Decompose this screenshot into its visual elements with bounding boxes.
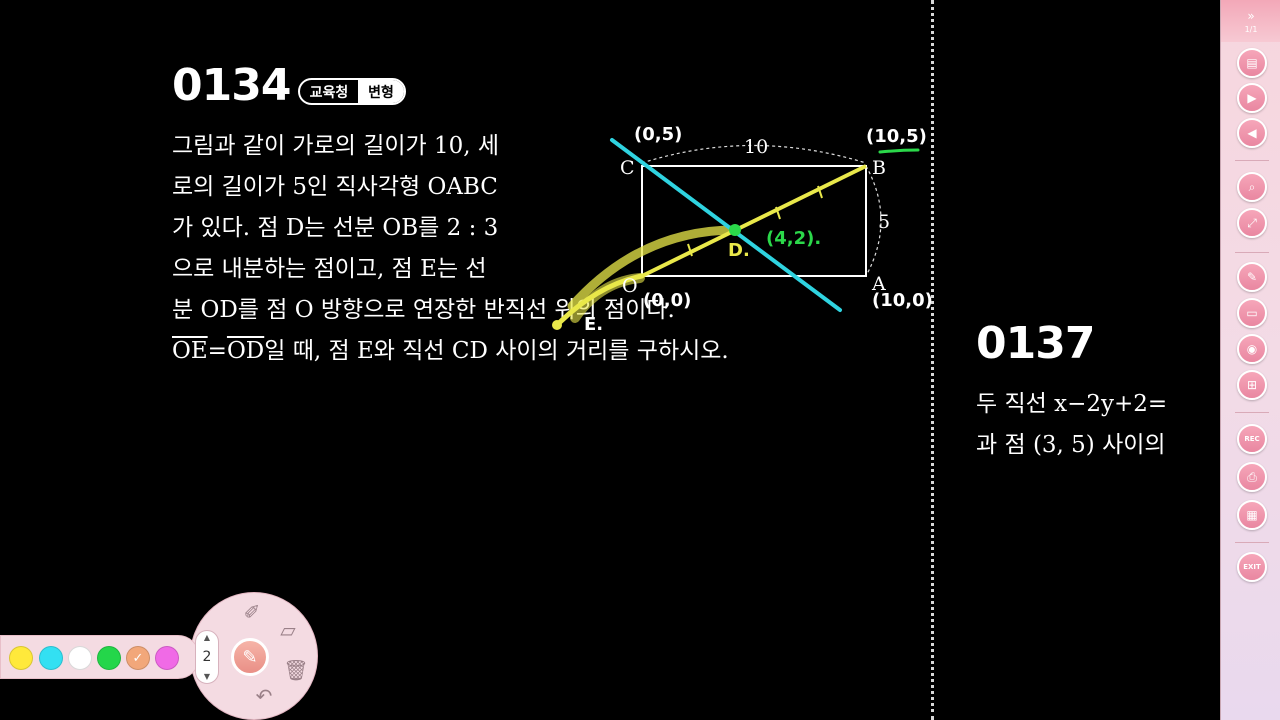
- label-width: 10: [744, 136, 768, 158]
- problem-line: 으로 내분하는 점이고, 점 E는 선: [172, 256, 487, 282]
- segment-od: OD: [226, 338, 265, 364]
- page-divider: [931, 0, 934, 720]
- zoom-icon: ⌕: [1248, 179, 1256, 194]
- color-green[interactable]: [97, 646, 121, 670]
- hw-b-coord: (10,5): [866, 126, 927, 147]
- color-orange[interactable]: ✓: [126, 646, 150, 670]
- problem-line-rest: 일 때, 점 E와 직선 CD 사이의 거리를 구하시오.: [264, 338, 729, 364]
- play-button[interactable]: ▶: [1237, 83, 1267, 113]
- pdf-button[interactable]: ▤: [1237, 48, 1267, 78]
- problem-line: 분 OD를 점 O 방향으로 연장한 반직선 위의 점이다.: [172, 297, 675, 323]
- color-magenta[interactable]: [155, 646, 179, 670]
- point-d: [729, 224, 741, 236]
- pen-tool-button[interactable]: ✎: [231, 638, 269, 676]
- share-icon: ▦: [1246, 508, 1258, 522]
- undo-icon[interactable]: ↶: [250, 682, 278, 710]
- back-button[interactable]: ◀: [1237, 118, 1267, 148]
- pen-button[interactable]: ✎: [1237, 262, 1267, 292]
- page-indicator: 1/1: [1244, 24, 1258, 34]
- hw-label-d: D.: [728, 240, 750, 261]
- print-button[interactable]: ⎙: [1237, 462, 1267, 492]
- fit-icon: ⤢: [1247, 215, 1257, 230]
- color-cyan[interactable]: [39, 646, 63, 670]
- tick-mark: [775, 206, 781, 220]
- play-icon: ▶: [1247, 91, 1257, 105]
- size-up-icon[interactable]: ▲: [204, 633, 210, 642]
- print-icon: ⎙: [1247, 469, 1257, 484]
- check-icon: ✓: [132, 650, 144, 666]
- color-yellow[interactable]: [9, 646, 33, 670]
- pen-size-value: 2: [202, 649, 212, 665]
- windows-icon: ⊞: [1246, 378, 1258, 392]
- separator: [1235, 160, 1269, 161]
- right-toolbar: » 1/1 ▤ ▶ ◀ ⌕ ⤢ ✎ ▭ ◉ ⊞ REC ⎙ ▦ EXIT: [1220, 0, 1280, 720]
- label-height: 5: [878, 211, 890, 233]
- eraser-icon[interactable]: ▱: [274, 616, 302, 644]
- exit-button[interactable]: EXIT: [1237, 552, 1267, 582]
- height-arc: [865, 165, 882, 277]
- segment-oe: OE: [172, 338, 208, 364]
- color-palette: ✓: [0, 635, 200, 679]
- trash-icon[interactable]: 🗑: [282, 656, 310, 684]
- capture-button[interactable]: ◉: [1237, 334, 1267, 364]
- rec-button[interactable]: REC: [1237, 424, 1267, 454]
- board-icon: ▭: [1246, 306, 1258, 320]
- hw-underline: [878, 148, 920, 154]
- capture-icon: ◉: [1246, 342, 1258, 356]
- fit-button[interactable]: ⤢: [1237, 208, 1267, 238]
- problem-line: 두 직선 x−2y+2=: [976, 391, 1168, 417]
- problem-line: 가 있다. 점 D는 선분 OB를 2 : 3: [172, 215, 499, 241]
- pdf-icon: ▤: [1246, 56, 1258, 70]
- equals-sign: =: [207, 338, 227, 364]
- problem-line: 그림과 같이 가로의 길이가 10, 세: [172, 133, 500, 159]
- separator: [1235, 542, 1269, 543]
- separator: [1235, 412, 1269, 413]
- exit-label: EXIT: [1243, 563, 1261, 571]
- toolbar-header[interactable]: » 1/1: [1221, 0, 1280, 42]
- zoom-button[interactable]: ⌕: [1237, 172, 1267, 202]
- pen-icon: ✎: [1246, 270, 1258, 284]
- label-a: A: [871, 273, 886, 295]
- board-button[interactable]: ▭: [1237, 298, 1267, 328]
- hw-d-coord: (4,2).: [766, 228, 821, 249]
- pen-size-stepper[interactable]: ▲ 2 ▼: [195, 630, 219, 684]
- separator: [1235, 252, 1269, 253]
- problem-text-2: 두 직선 x−2y+2= 과 점 (3, 5) 사이의: [976, 384, 1167, 466]
- pen-icon: ✎: [242, 646, 258, 668]
- rec-label: REC: [1244, 435, 1260, 443]
- whiteboard-canvas[interactable]: 0134 교육청 변형 그림과 같이 가로의 길이가 10, 세 로의 길이가 …: [0, 0, 1220, 720]
- problem-line: 과 점 (3, 5) 사이의: [976, 432, 1166, 458]
- tick-mark: [817, 185, 823, 199]
- badge-type: 변형: [358, 80, 404, 103]
- problem-line: OE=OD일 때, 점 E와 직선 CD 사이의 거리를 구하시오.: [172, 331, 729, 372]
- color-white[interactable]: [68, 646, 92, 670]
- problem-line: 로의 길이가 5인 직사각형 OABC: [172, 174, 498, 200]
- size-down-icon[interactable]: ▼: [204, 672, 210, 681]
- collapse-icon[interactable]: »: [1247, 9, 1254, 23]
- label-b: B: [872, 157, 886, 179]
- hw-a-coord: (10,0): [872, 290, 933, 311]
- problem-text: 그림과 같이 가로의 길이가 10, 세 로의 길이가 5인 직사각형 OABC…: [172, 126, 729, 372]
- windows-button[interactable]: ⊞: [1237, 370, 1267, 400]
- highlighter-icon[interactable]: ✐: [238, 598, 266, 626]
- problem-number-2: 0137: [976, 318, 1095, 369]
- share-button[interactable]: ▦: [1237, 500, 1267, 530]
- badge-source: 교육청: [309, 84, 349, 101]
- back-icon: ◀: [1247, 126, 1257, 140]
- problem-number: 0134: [172, 60, 291, 111]
- source-badge: 교육청 변형: [298, 78, 406, 105]
